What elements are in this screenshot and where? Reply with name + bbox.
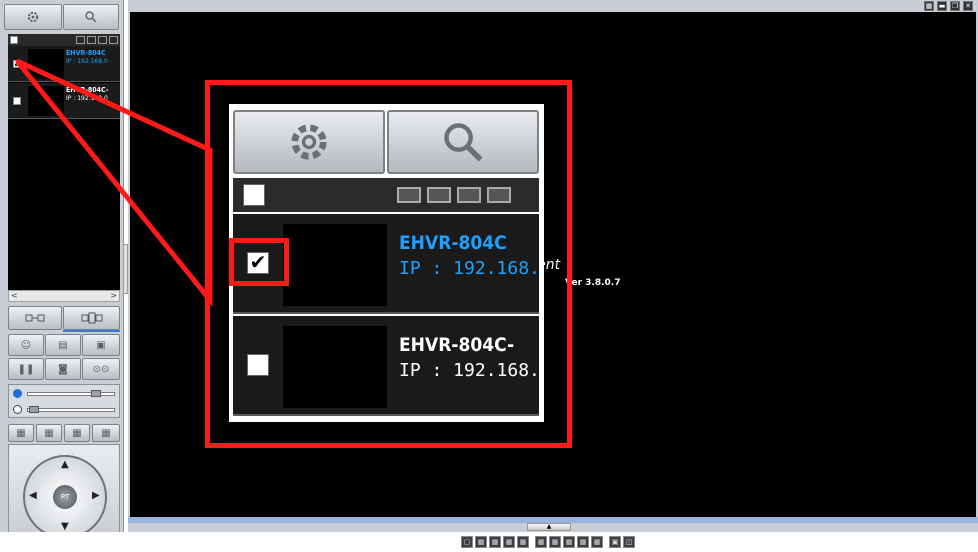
delete-device-icon[interactable] — [457, 187, 481, 203]
checkbox-highlight-box — [229, 238, 289, 286]
gear-icon — [291, 124, 327, 160]
add-device-icon[interactable] — [427, 187, 451, 203]
zoom-select-all-checkbox[interactable] — [243, 184, 265, 206]
list-view-icon[interactable] — [397, 187, 421, 203]
zoom-list-toolbar — [233, 178, 539, 212]
zoom-device-name: EHVR-804C- — [399, 334, 515, 356]
zoom-device-thumbnail — [283, 224, 387, 306]
zoom-device-row[interactable]: EHVR-804C- IP : 192.168.0 — [233, 316, 539, 416]
zoom-device-thumbnail — [283, 326, 387, 408]
search-icon — [444, 123, 483, 162]
zoom-device-ip: IP : 192.168.0 — [399, 258, 539, 279]
zoom-device-name: EHVR-804C — [399, 232, 507, 254]
zoom-device-ip: IP : 192.168.0 — [399, 360, 539, 381]
zoom-search-button[interactable] — [387, 110, 539, 174]
export-device-icon[interactable] — [487, 187, 511, 203]
zoom-device-checkbox[interactable] — [247, 354, 269, 376]
zoom-settings-button[interactable] — [233, 110, 385, 174]
